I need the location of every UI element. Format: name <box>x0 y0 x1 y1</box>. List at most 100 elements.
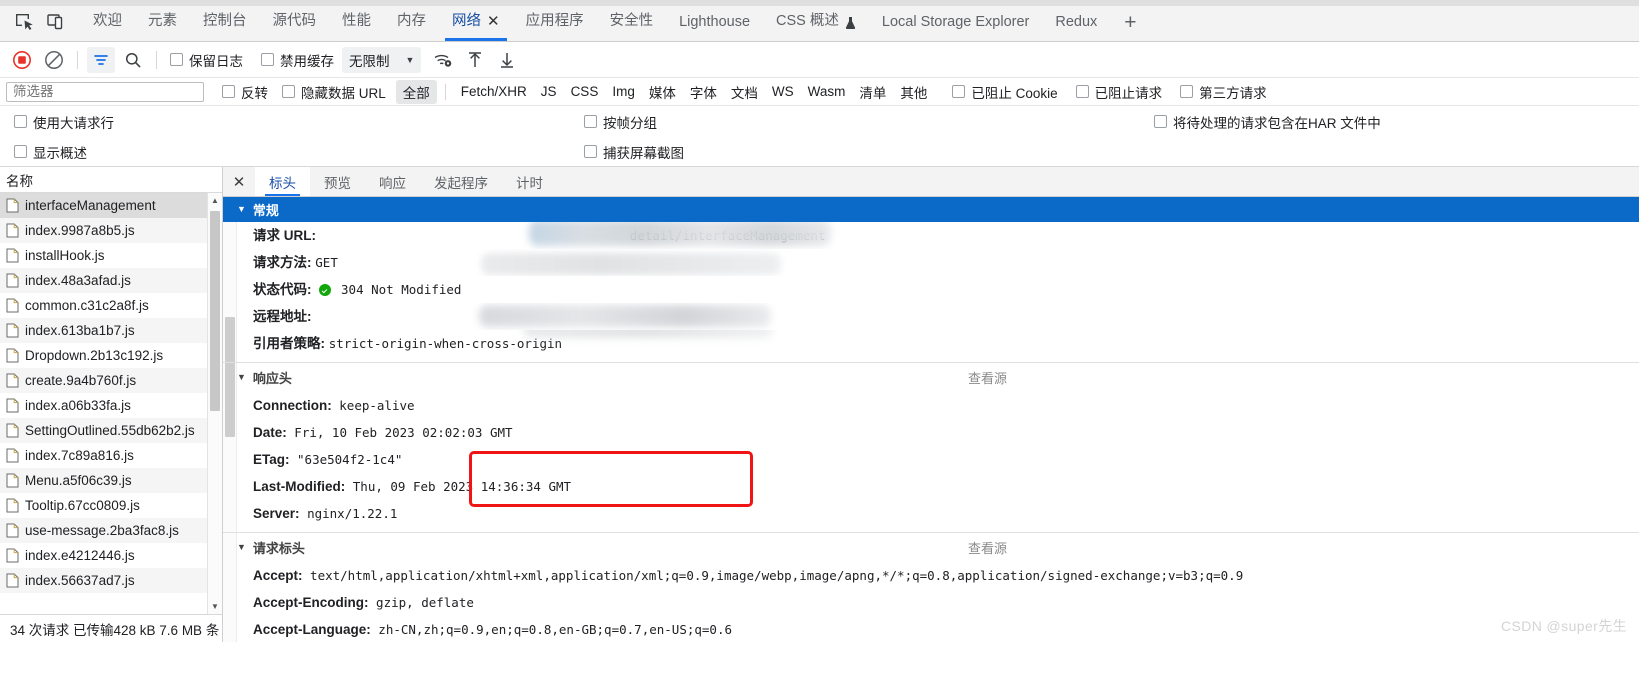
document-icon <box>6 248 19 263</box>
type-filter-doc[interactable]: 文档 <box>724 80 765 104</box>
request-list-item[interactable]: installHook.js <box>0 243 222 268</box>
tab-lighthouse[interactable]: Lighthouse <box>666 14 763 41</box>
tab-welcome[interactable]: 欢迎 <box>80 9 135 41</box>
tab-performance[interactable]: 性能 <box>329 9 384 41</box>
tab-css-overview[interactable]: CSS 概述 <box>763 9 869 41</box>
detail-tab-response[interactable]: 响应 <box>365 167 420 196</box>
type-filter-wasm[interactable]: Wasm <box>801 82 853 101</box>
document-icon <box>6 373 19 388</box>
request-list-header: 名称 <box>0 167 222 193</box>
request-name: interfaceManagement <box>25 198 156 213</box>
add-tab-button[interactable]: + <box>1110 12 1150 41</box>
big-request-rows-checkbox[interactable]: 使用大请求行 <box>14 112 584 132</box>
tab-network[interactable]: 网络 ✕ <box>439 9 513 41</box>
tab-security[interactable]: 安全性 <box>597 9 667 41</box>
type-filter-font[interactable]: 字体 <box>683 80 724 104</box>
request-list-item[interactable]: SettingOutlined.55db62b2.js <box>0 418 222 443</box>
tab-elements[interactable]: 元素 <box>135 9 190 41</box>
request-list-scroll[interactable]: interfaceManagement index.9987a8b5.js inst… <box>0 193 222 614</box>
type-filter-ws[interactable]: WS <box>765 82 801 101</box>
redacted-remote-address-blur <box>479 305 771 327</box>
request-list-item[interactable]: index.56637ad7.js <box>0 568 222 593</box>
tab-sources[interactable]: 源代码 <box>260 9 330 41</box>
group-by-frame-label: 按帧分组 <box>603 115 657 131</box>
checkbox-box <box>584 115 597 128</box>
scroll-up-icon[interactable]: ▲ <box>208 193 222 208</box>
type-filter-other[interactable]: 其他 <box>893 80 934 104</box>
include-pending-har-checkbox[interactable]: 将待处理的请求包含在HAR 文件中 <box>1154 112 1381 132</box>
tab-application[interactable]: 应用程序 <box>513 9 597 41</box>
section-header-general[interactable]: ▼ 常规 <box>223 197 1639 222</box>
type-filter-css[interactable]: CSS <box>564 82 606 101</box>
preserve-log-checkbox[interactable]: 保留日志 <box>170 50 243 70</box>
request-list-item[interactable]: Tooltip.67cc0809.js <box>0 493 222 518</box>
close-detail-icon[interactable]: ✕ <box>223 167 255 196</box>
show-overview-checkbox[interactable]: 显示概述 <box>14 142 584 162</box>
search-icon[interactable] <box>119 47 147 73</box>
request-list-item[interactable]: Dropdown.2b13c192.js <box>0 343 222 368</box>
request-url-label: 请求 URL: <box>253 228 316 243</box>
tab-label: 控制台 <box>203 13 247 29</box>
request-list-item[interactable]: create.9a4b760f.js <box>0 368 222 393</box>
section-header-request-headers[interactable]: ▼ 请求标头 查看源 <box>223 532 1639 562</box>
type-filter-js[interactable]: JS <box>534 82 564 101</box>
request-name: Dropdown.2b13c192.js <box>25 348 164 363</box>
request-list-scrollbar[interactable]: ▲ ▼ <box>207 193 222 614</box>
type-filter-img[interactable]: Img <box>605 82 642 101</box>
request-list-item[interactable]: use-message.2ba3fac8.js <box>0 518 222 543</box>
view-source-link-response[interactable]: 查看源 <box>968 368 1007 387</box>
request-list-item[interactable]: Menu.a5f06c39.js <box>0 468 222 493</box>
clear-button[interactable] <box>40 47 68 73</box>
scroll-down-icon[interactable]: ▼ <box>208 599 222 614</box>
view-source-link-request[interactable]: 查看源 <box>968 538 1007 557</box>
type-filter-manifest[interactable]: 清单 <box>852 80 893 104</box>
close-icon[interactable]: ✕ <box>487 14 500 30</box>
request-list-item[interactable]: index.7c89a816.js <box>0 443 222 468</box>
checkbox-box <box>222 85 235 98</box>
device-toolbar-icon[interactable] <box>46 12 68 32</box>
export-har-icon[interactable] <box>493 47 521 73</box>
section-title: 常规 <box>252 203 279 218</box>
throttling-dropdown[interactable]: 无限制 ▼ <box>342 46 422 73</box>
record-button[interactable] <box>8 47 36 73</box>
request-list-item[interactable]: index.e4212446.js <box>0 543 222 568</box>
chevron-down-icon: ▼ <box>237 204 246 214</box>
hide-data-urls-checkbox[interactable]: 隐藏数据 URL <box>282 82 386 102</box>
filter-button[interactable] <box>87 46 115 73</box>
tab-redux[interactable]: Redux <box>1042 14 1110 41</box>
network-conditions-button[interactable] <box>429 47 457 73</box>
invert-checkbox[interactable]: 反转 <box>222 82 268 102</box>
disable-cache-checkbox[interactable]: 禁用缓存 <box>261 50 334 70</box>
section-header-response-headers[interactable]: ▼ 响应头 查看源 <box>223 362 1639 392</box>
tab-memory[interactable]: 内存 <box>384 9 439 41</box>
type-filter-media[interactable]: 媒体 <box>642 80 683 104</box>
checkbox-box <box>1075 85 1089 98</box>
capture-screenshots-checkbox[interactable]: 捕获屏幕截图 <box>584 142 1154 162</box>
request-list-item[interactable]: index.48a3afad.js <box>0 268 222 293</box>
tab-local-storage-explorer[interactable]: Local Storage Explorer <box>869 14 1043 41</box>
import-har-icon[interactable] <box>461 47 489 73</box>
inspect-element-icon[interactable] <box>14 12 36 32</box>
blocked-cookies-checkbox[interactable]: 已阻止 Cookie <box>952 82 1058 102</box>
request-list-item[interactable]: index.a06b33fa.js <box>0 393 222 418</box>
request-list-item[interactable]: index.9987a8b5.js <box>0 218 222 243</box>
detail-tab-initiator[interactable]: 发起程序 <box>420 167 502 196</box>
request-list-item[interactable]: index.613ba1b7.js <box>0 318 222 343</box>
detail-tab-preview[interactable]: 预览 <box>310 167 365 196</box>
blocked-requests-checkbox[interactable]: 已阻止请求 <box>1075 82 1162 102</box>
type-filter-all[interactable]: 全部 <box>395 79 437 104</box>
request-list-item[interactable]: common.c31c2a8f.js <box>0 293 222 318</box>
type-filter-fetch-xhr[interactable]: Fetch/XHR <box>454 82 534 101</box>
filter-input[interactable] <box>6 81 204 102</box>
detail-tab-headers[interactable]: 标头 <box>255 167 310 196</box>
request-list-item[interactable]: interfaceManagement <box>0 193 222 218</box>
tab-console[interactable]: 控制台 <box>190 9 260 41</box>
detail-tab-timing[interactable]: 计时 <box>502 167 557 196</box>
request-name: installHook.js <box>25 248 105 263</box>
request-name: index.7c89a816.js <box>25 448 134 463</box>
scrollbar-thumb[interactable] <box>210 211 220 411</box>
group-by-frame-checkbox[interactable]: 按帧分组 <box>584 112 1154 132</box>
document-icon <box>6 273 19 288</box>
third-party-checkbox[interactable]: 第三方请求 <box>1180 82 1267 102</box>
show-overview-label: 显示概述 <box>33 145 87 161</box>
